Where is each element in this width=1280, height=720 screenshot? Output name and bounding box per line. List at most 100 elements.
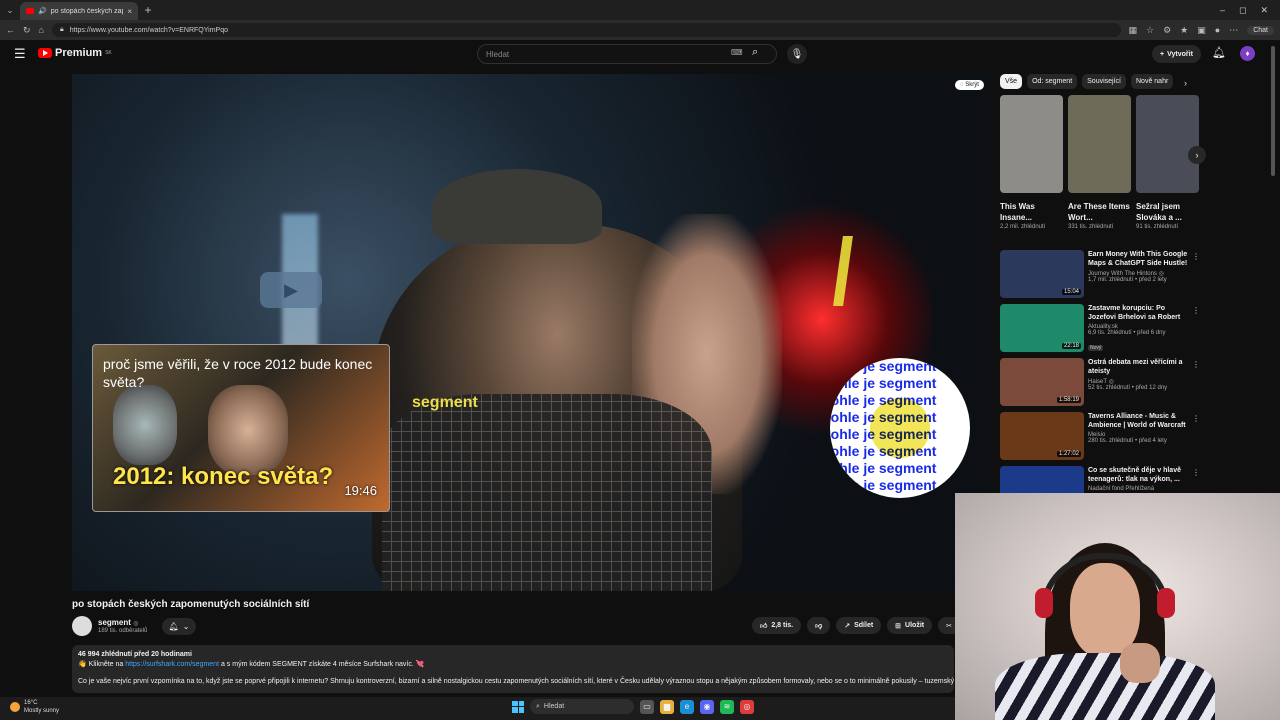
short-item[interactable]: Sežral jsem Slováka a ... 91 tis. zhlédn… — [1136, 95, 1199, 232]
short-item[interactable]: Are These Items Wort... 331 tis. zhlédnu… — [1068, 95, 1131, 232]
chat-button[interactable]: Chat — [1247, 25, 1274, 35]
minimize-button[interactable]: – — [1220, 5, 1225, 16]
dislike-button[interactable]: 👎︎ — [807, 617, 831, 634]
url-field[interactable]: 🔒︎ https://www.youtube.com/watch?v=ENRFQ… — [51, 23, 1121, 37]
save-label: Uložit — [905, 622, 925, 629]
collections-icon[interactable]: ▣ — [1197, 25, 1206, 36]
description-box[interactable]: 46 994 zhlédnutí před 20 hodinami 👋 Klik… — [72, 645, 954, 693]
more-vert-icon[interactable]: ⋮ — [1192, 252, 1200, 261]
eye-off-icon: ◌ — [960, 82, 964, 88]
windows-start-icon[interactable] — [512, 700, 524, 713]
extensions-icon[interactable]: ⚙ — [1163, 25, 1171, 36]
more-vert-icon[interactable]: ⋮ — [1192, 468, 1200, 477]
spotify-icon[interactable]: ≋ — [720, 699, 734, 714]
notifications-icon[interactable]: 🔔︎ — [1212, 46, 1226, 59]
endcard-duration: 19:46 — [344, 483, 377, 498]
chip-from-channel[interactable]: Od: segment — [1027, 74, 1078, 89]
rec-channel[interactable]: HaiseT ◎ — [1088, 378, 1192, 385]
rec-title[interactable]: Zastavme korupciu: Po Jozefovi Brhelovi … — [1088, 304, 1192, 322]
chip-recent[interactable]: Nově nahr — [1131, 74, 1174, 89]
video-thumbnail[interactable]: 22:18 — [1000, 304, 1084, 352]
reload-icon[interactable]: ↻ — [23, 25, 31, 36]
close-window-button[interactable]: ✕ — [1260, 5, 1268, 16]
subscription-bell-button[interactable]: 🔔︎ ⌄ — [162, 618, 196, 635]
description-sponsor-line: 👋 Klikněte na https://surfshark.com/segm… — [78, 660, 948, 670]
taskbar-apps: ⌕ Hledat ▭ ▆ e ◉ ≋ ◎ — [512, 699, 754, 714]
more-icon[interactable]: ⋯ — [1229, 25, 1238, 36]
task-view-icon[interactable]: ▭ — [640, 699, 654, 714]
short-item[interactable]: This Was Insane... 2,2 mil. zhlédnutí — [1000, 95, 1063, 232]
thumb-down-icon: 👎︎ — [815, 623, 823, 630]
tab-title: po stopách českých zapomen — [50, 7, 124, 15]
share-button[interactable]: ↗ Sdílet — [836, 617, 882, 634]
weather-widget[interactable]: 16°C Mostly sunny — [10, 699, 59, 715]
short-views: 91 tis. zhlédnutí — [1136, 224, 1179, 230]
discord-icon[interactable]: ◉ — [700, 699, 714, 714]
chip-all[interactable]: Vše — [1000, 74, 1023, 89]
sponsor-link[interactable]: https://surfshark.com/segment — [125, 661, 219, 668]
headset-icon — [1040, 553, 1170, 613]
list-item[interactable]: 22:18 Zastavme korupciu: Po Jozefovi Brh… — [1000, 304, 1200, 358]
video-thumbnail[interactable]: 15:04 — [1000, 250, 1084, 298]
app-icon[interactable]: ◎ — [740, 699, 754, 714]
webcam-overlay — [955, 493, 1280, 720]
rec-channel[interactable]: Nadační fond Přehlížená — [1088, 486, 1192, 492]
circle-text-line: tohle je segment — [830, 460, 937, 476]
apps-icon[interactable]: ▦ — [1129, 25, 1138, 36]
more-vert-icon[interactable]: ⋮ — [1192, 306, 1200, 315]
profile-icon[interactable]: ● — [1215, 25, 1220, 35]
new-tab-button[interactable]: + — [138, 3, 158, 17]
keyboard-icon[interactable]: ⌨ — [731, 48, 743, 57]
search-icon: ⌕ — [536, 702, 540, 710]
home-icon[interactable]: ⌂ — [39, 25, 44, 35]
youtube-logo[interactable]: Premium SK — [38, 47, 112, 59]
rec-title[interactable]: Taverns Alliance - Music & Ambience | Wo… — [1088, 412, 1192, 430]
more-vert-icon[interactable]: ⋮ — [1192, 414, 1200, 423]
rec-title[interactable]: Co se skutečně děje v hlavě teenagerů: t… — [1088, 466, 1192, 484]
short-thumbnail[interactable] — [1068, 95, 1131, 193]
tab-close-icon[interactable]: × — [127, 7, 132, 16]
short-thumbnail[interactable] — [1000, 95, 1063, 193]
create-label: Vytvořit — [1167, 50, 1193, 58]
menu-icon[interactable]: ☰ — [14, 46, 26, 62]
plus-icon: + — [1160, 50, 1165, 58]
more-vert-icon[interactable]: ⋮ — [1192, 360, 1200, 369]
star-icon[interactable]: ☆ — [1146, 25, 1154, 36]
background-play-icon: ▶ — [260, 272, 322, 308]
hide-endscreen-button[interactable]: ◌ Skrýt — [955, 80, 984, 90]
page-scrollbar[interactable] — [1271, 46, 1275, 176]
back-icon[interactable]: ← — [6, 25, 15, 35]
maximize-button[interactable]: ◻ — [1239, 5, 1246, 16]
speaker-icon[interactable]: 🔊 — [38, 7, 47, 15]
taskbar-search[interactable]: ⌕ Hledat — [530, 699, 634, 714]
browser-tab[interactable]: 🔊 po stopách českých zapomen × — [20, 2, 138, 20]
edge-icon[interactable]: e — [680, 699, 694, 714]
rec-title[interactable]: Ostrá debata mezi věřícími a ateisty — [1088, 358, 1192, 376]
save-button[interactable]: ⊞ Uložit — [887, 617, 933, 634]
video-thumbnail[interactable]: 1:58:19 — [1000, 358, 1084, 406]
create-button[interactable]: + Vytvořit — [1152, 45, 1201, 63]
microphone-icon[interactable]: 🎙︎ — [787, 44, 807, 64]
channel-name[interactable]: segment ◎ — [98, 618, 138, 627]
account-avatar[interactable]: ♦ — [1240, 46, 1255, 61]
list-item[interactable]: 1:58:19 Ostrá debata mezi věřícími a ate… — [1000, 358, 1200, 412]
like-button[interactable]: 👍︎ 2,8 tis. — [752, 617, 802, 634]
shorts-next-icon[interactable]: › — [1188, 146, 1206, 164]
file-explorer-icon[interactable]: ▆ — [660, 699, 674, 714]
list-item[interactable]: 1:27:02 Taverns Alliance - Music & Ambie… — [1000, 412, 1200, 466]
search-icon[interactable]: ⌕ — [752, 46, 758, 59]
subscribe-endscreen-circle[interactable]: tohle je segment tohle je segment tohle … — [830, 358, 970, 498]
chips-next-icon[interactable]: › — [1184, 78, 1187, 88]
favorites-icon[interactable]: ★ — [1180, 25, 1188, 36]
rec-channel[interactable]: Journey With The Hintons ◎ — [1088, 270, 1192, 277]
short-thumbnail[interactable] — [1136, 95, 1199, 193]
tab-menu-icon[interactable]: ⌄ — [0, 0, 20, 20]
endscreen-video-card[interactable]: proč jsme věřili, že v roce 2012 bude ko… — [92, 344, 390, 512]
channel-avatar[interactable] — [72, 616, 92, 636]
rec-title[interactable]: Earn Money With This Google Maps & ChatG… — [1088, 250, 1192, 268]
list-item[interactable]: 15:04 Earn Money With This Google Maps &… — [1000, 250, 1200, 304]
chip-related[interactable]: Související — [1082, 74, 1126, 89]
video-thumbnail[interactable]: 1:27:02 — [1000, 412, 1084, 460]
video-player[interactable]: ▶ segment ◌ Skrýt proč jsme věřili, že v… — [72, 74, 990, 591]
shirt-logo: segment — [412, 394, 478, 411]
